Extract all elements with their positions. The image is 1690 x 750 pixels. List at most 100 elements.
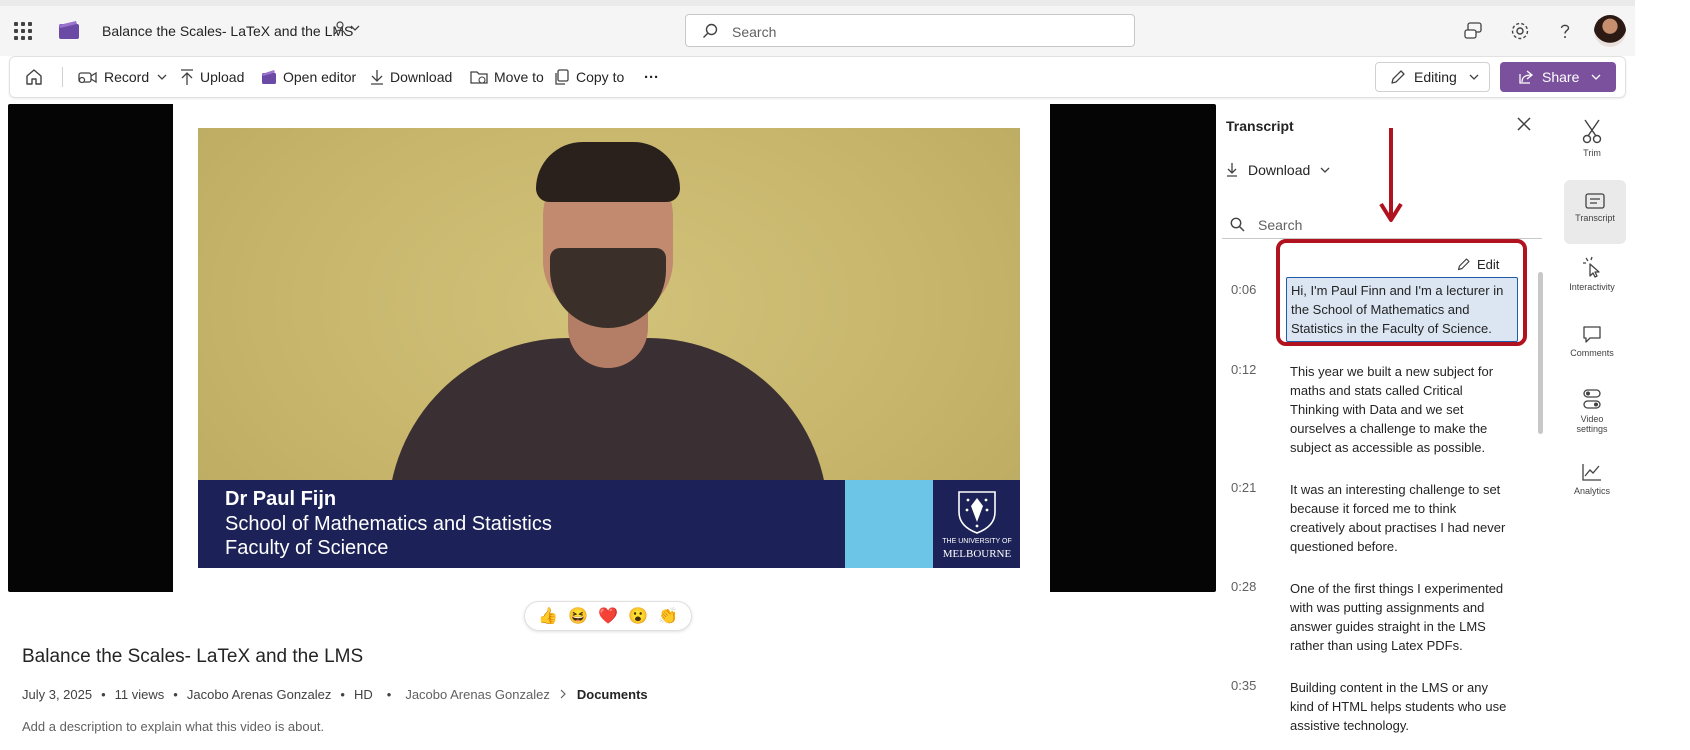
share-icon [1519,70,1534,84]
side-rail: Trim Transcript Interactivity Comments V… [1556,104,1635,750]
page-margin [1635,0,1690,750]
lower-third-accent [845,480,933,568]
speaker-school: School of Mathematics and Statistics [225,513,552,535]
line-chart-icon [1582,464,1601,481]
user-avatar[interactable] [1594,15,1626,47]
entry-timestamp[interactable]: 0:35 [1231,678,1256,693]
command-toolbar: Record Upload Open editor Download Move … [9,56,1626,98]
move-folder-icon [470,71,488,84]
chevron-right-icon [560,689,566,699]
chevron-down-icon [157,74,167,80]
path-owner-link[interactable]: Jacobo Arenas Gonzalez [405,687,550,702]
upload-icon [181,69,193,85]
open-editor-label: Open editor [283,69,357,85]
video-frame: Dr Paul Fijn School of Mathematics and S… [173,104,1050,592]
transcript-download-label: Download [1248,162,1311,178]
top-bar: Balance the Scales- LaTeX and the LMS Se… [0,0,1635,56]
app-launcher-icon[interactable] [14,22,32,40]
reaction-surprised[interactable]: 😮 [628,606,648,626]
rail-interactivity-label: Interactivity [1569,282,1615,292]
chevron-down-icon [1469,74,1479,80]
close-icon[interactable] [1516,116,1532,132]
share-button[interactable]: Share [1500,62,1616,92]
document-title[interactable]: Balance the Scales- LaTeX and the LMS [102,23,353,39]
video-metadata: July 3, 2025 • 11 views • Jacobo Arenas Gonz… [22,687,648,702]
editing-label: Editing [1414,69,1457,85]
entry-text: One of the first things I experimented w… [1290,581,1504,653]
more-options-button[interactable]: ··· [644,57,659,97]
rail-trim-button[interactable]: Trim [1556,118,1628,158]
video-still-speaker: Dr Paul Fijn School of Mathematics and S… [198,128,1020,568]
global-search-input[interactable]: Search [685,14,1135,47]
record-button[interactable]: Record [78,57,173,97]
home-button[interactable] [24,57,50,97]
entry-text: It was an interesting challenge to set b… [1290,482,1506,554]
download-label: Download [390,69,453,85]
chevron-down-icon [1320,167,1330,173]
share-label: Share [1542,69,1580,85]
gear-icon[interactable] [1509,20,1531,42]
rail-analytics-button[interactable]: Analytics [1556,462,1628,496]
rail-video-settings-button[interactable]: Video settings [1556,388,1628,434]
search-icon [703,23,718,38]
editing-mode-button[interactable]: Editing [1375,62,1490,92]
reaction-heart[interactable]: ❤️ [598,606,618,626]
transcript-icon [1585,193,1605,209]
upload-button[interactable]: Upload [180,57,244,97]
home-icon [26,69,42,85]
video-player[interactable]: Dr Paul Fijn School of Mathematics and S… [8,104,1216,592]
move-to-label: Move to [494,69,544,85]
reaction-clap[interactable]: 👏 [658,606,678,626]
view-count: 11 views [114,687,165,702]
toggle-settings-icon [1583,389,1601,409]
rail-comments-button[interactable]: Comments [1556,324,1628,358]
download-icon [1227,163,1237,177]
scissors-icon [1582,119,1602,144]
entry-timestamp[interactable]: 0:21 [1231,480,1256,495]
record-icon [78,71,97,84]
upload-date: July 3, 2025 [22,687,93,702]
move-to-button[interactable]: Move to [470,57,544,97]
chat-icon[interactable] [1462,20,1484,42]
clipchamp-icon [262,70,276,84]
reaction-like[interactable]: 👍 [538,606,558,626]
entry-timestamp[interactable]: 0:12 [1231,362,1256,377]
transcript-title: Transcript [1226,118,1294,134]
transcript-download-button[interactable]: Download [1226,162,1330,178]
open-editor-button[interactable]: Open editor [261,57,356,97]
speaker-name: Dr Paul Fijn [225,488,337,510]
reaction-laugh[interactable]: 😆 [568,606,588,626]
path-folder-link[interactable]: Documents [577,687,648,702]
rail-transcript-label: Transcript [1575,213,1615,223]
download-icon [371,70,383,85]
upload-label: Upload [200,69,245,85]
logo-text-small: THE UNIVERSITY OF [942,538,1012,545]
rail-comments-label: Comments [1570,348,1614,358]
cursor-click-icon [1583,256,1600,278]
entry-text: Building content in the LMS or any kind … [1290,680,1507,733]
stream-logo-icon[interactable] [58,20,80,40]
rail-interactivity-button[interactable]: Interactivity [1556,256,1628,292]
download-button[interactable]: Download [370,57,452,97]
description-field[interactable]: Add a description to explain what this v… [22,719,324,734]
pencil-icon [1391,70,1405,84]
speaker-faculty: Faculty of Science [225,537,389,559]
entry-timestamp[interactable]: 0:28 [1231,579,1256,594]
entry-timestamp[interactable]: 0:06 [1231,282,1256,297]
transcript-panel: Transcript Download Search Edit 0:06 Hi,… [1216,104,1556,750]
toolbar-divider [62,67,63,87]
rail-video-settings-label-1: Video [1580,414,1604,424]
reactions-bar: 👍 😆 ❤️ 😮 👏 [524,601,692,631]
help-icon[interactable] [1554,20,1576,42]
transcript-scrollbar[interactable] [1538,272,1543,434]
owner-name[interactable]: Jacobo Arenas Gonzalez [187,687,332,702]
shared-chevron-down-icon[interactable] [334,20,360,39]
comment-icon [1583,326,1601,343]
rail-analytics-label: Analytics [1573,486,1610,496]
rail-transcript-button[interactable]: Transcript [1564,180,1626,244]
transcript-search-placeholder: Search [1258,217,1303,233]
search-icon [1230,217,1245,232]
copy-to-button[interactable]: Copy to [554,57,624,97]
rail-trim-label: Trim [1583,148,1601,158]
video-title[interactable]: Balance the Scales- LaTeX and the LMS [22,646,363,668]
